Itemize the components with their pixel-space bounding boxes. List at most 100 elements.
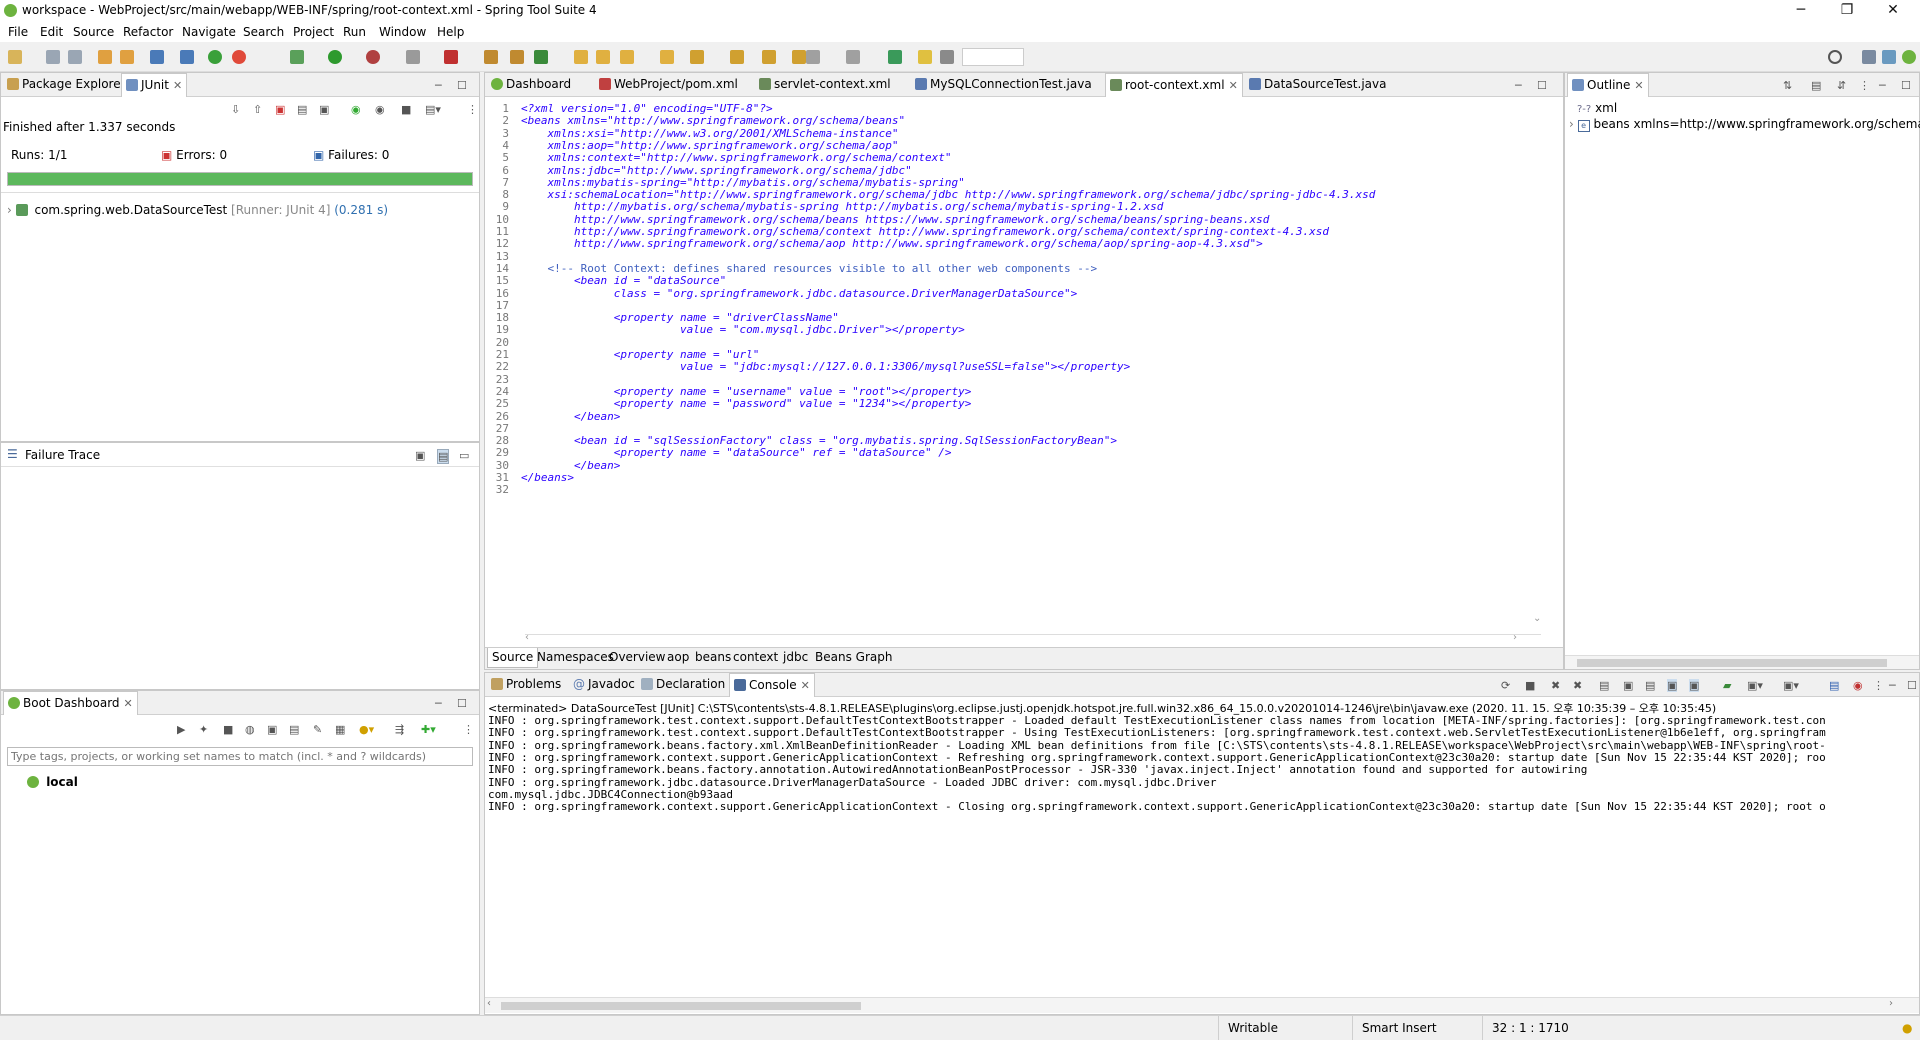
tab-pom[interactable]: WebProject/pom.xml xyxy=(595,73,742,97)
scroll-down-icon[interactable]: ⌄ xyxy=(1533,613,1541,624)
minimize-view-icon[interactable]: ─ xyxy=(1889,679,1896,692)
maximize-editor-icon[interactable]: ☐ xyxy=(1537,79,1547,92)
tab-context[interactable]: context xyxy=(729,648,782,668)
word-wrap-icon[interactable]: ▤ xyxy=(1645,679,1655,692)
prev-annotation-icon[interactable] xyxy=(730,50,744,64)
display-console-icon[interactable]: ▣▾ xyxy=(1747,679,1763,692)
forward-icon[interactable] xyxy=(846,50,860,64)
view-menu-icon[interactable]: ⋮ xyxy=(1859,79,1870,92)
run-coverage-icon[interactable] xyxy=(366,50,380,64)
share-icon[interactable] xyxy=(888,50,902,64)
scroll-right-icon[interactable]: › xyxy=(1889,998,1893,1009)
new-package-icon[interactable] xyxy=(510,50,524,64)
remove-all-terminated-icon[interactable]: ✖ xyxy=(1573,679,1582,692)
tab-aop[interactable]: aop xyxy=(663,648,693,668)
properties-icon[interactable]: ▤ xyxy=(289,723,299,736)
filter-icon[interactable]: ⇶ xyxy=(395,723,404,736)
outline-hscroll[interactable] xyxy=(1565,655,1919,669)
open-task-icon[interactable] xyxy=(596,50,610,64)
forward-edit-icon[interactable] xyxy=(792,50,806,64)
skip-breakpoints-icon[interactable] xyxy=(180,50,194,64)
pin-icon[interactable] xyxy=(918,50,932,64)
spring-boot-icon[interactable] xyxy=(208,50,222,64)
compare-result-icon[interactable]: ▣ xyxy=(415,449,425,462)
open-perspective-icon[interactable] xyxy=(1862,50,1876,64)
menu-window[interactable]: Window xyxy=(379,25,426,39)
debug-boot-icon[interactable]: ✦ xyxy=(199,723,208,736)
remove-all-icon[interactable]: ✖ xyxy=(1551,679,1560,692)
console-boot-icon[interactable]: ▣ xyxy=(267,723,277,736)
open-console-icon[interactable]: ▣▾ xyxy=(1783,679,1799,692)
remove-launch-icon[interactable]: ⟳ xyxy=(1501,679,1510,692)
stop-all-icon[interactable]: ◉ xyxy=(1853,679,1863,692)
menu-help[interactable]: Help xyxy=(437,25,464,39)
code-area[interactable]: 1 <?xml version="1.0" encoding="UTF-8"?> 2… xyxy=(485,97,1563,635)
scroll-left-icon[interactable]: ‹ xyxy=(487,998,491,1009)
last-edit-icon[interactable] xyxy=(762,50,776,64)
minimize-button[interactable]: ─ xyxy=(1778,0,1824,22)
view-menu-icon[interactable]: ⋮ xyxy=(467,103,478,116)
maximize-view-icon[interactable]: ☐ xyxy=(1901,79,1911,92)
expand-icon[interactable]: › xyxy=(1569,117,1574,131)
annotation-icon[interactable] xyxy=(660,50,674,64)
add-icon[interactable]: ✚▾ xyxy=(421,723,436,736)
test-history-icon[interactable]: ■ xyxy=(401,103,411,116)
menu-file[interactable]: File xyxy=(8,25,28,39)
java-perspective-icon[interactable] xyxy=(1882,50,1896,64)
menu-project[interactable]: Project xyxy=(293,25,334,39)
maximize-view-icon[interactable]: ☐ xyxy=(457,697,467,710)
new-class-icon[interactable] xyxy=(534,50,548,64)
run-icon[interactable] xyxy=(328,50,342,64)
tab-root-context[interactable]: root-context.xml ✕ xyxy=(1105,73,1243,97)
open-browser-icon[interactable]: ◍ xyxy=(245,723,255,736)
copy-trace-icon[interactable]: ▭ xyxy=(459,449,469,462)
console-icon[interactable] xyxy=(150,50,164,64)
terminate-icon[interactable]: ■ xyxy=(1525,679,1535,692)
menu-navigate[interactable]: Navigate xyxy=(182,25,236,39)
tab-declaration[interactable]: Declaration xyxy=(637,673,729,697)
tab-package-explorer[interactable]: Package Explorer xyxy=(3,73,130,97)
outline-scroll-thumb[interactable] xyxy=(1577,659,1887,667)
history-dropdown-icon[interactable]: ▤▾ xyxy=(425,103,441,116)
local-item[interactable]: local xyxy=(27,775,78,789)
menu-search[interactable]: Search xyxy=(243,25,284,39)
prev-failure-icon[interactable]: ⇧ xyxy=(253,103,262,116)
search-icon[interactable] xyxy=(1828,50,1842,64)
collapse-all-icon[interactable]: ▤ xyxy=(1811,79,1821,92)
open-resource-icon[interactable] xyxy=(120,50,134,64)
menu-refactor[interactable]: Refactor xyxy=(123,25,173,39)
back-icon[interactable] xyxy=(806,50,820,64)
notification-icon[interactable]: ● xyxy=(1902,1021,1912,1035)
spring-perspective-icon[interactable] xyxy=(1902,50,1916,64)
open-folder-icon[interactable] xyxy=(574,50,588,64)
stop-boot-icon[interactable]: ■ xyxy=(223,723,233,736)
close-icon[interactable]: ✕ xyxy=(1229,79,1238,92)
sort-icon[interactable]: ⇅ xyxy=(1783,79,1792,92)
horizontal-scrollbar[interactable] xyxy=(525,634,1541,635)
tab-source[interactable]: Source xyxy=(487,648,539,668)
layout-icon[interactable]: ▦ xyxy=(335,723,345,736)
show-stdout-icon[interactable]: ▣ xyxy=(1667,679,1678,692)
tab-boot-dashboard[interactable]: Boot Dashboard ✕ xyxy=(3,691,138,715)
test-tree-item[interactable]: › com.spring.web.DataSourceTest [Runner:… xyxy=(7,203,388,217)
filter-stack-icon[interactable]: ▤ xyxy=(437,449,450,464)
next-failure-icon[interactable]: ⇩ xyxy=(231,103,240,116)
maximize-view-icon[interactable]: ☐ xyxy=(457,79,467,92)
new-icon[interactable] xyxy=(8,50,22,64)
tab-outline[interactable]: Outline ✕ xyxy=(1567,73,1649,97)
view-menu-icon[interactable]: ▤ xyxy=(1829,679,1839,692)
minimize-editor-icon[interactable]: ─ xyxy=(1515,79,1522,92)
tab-junit[interactable]: JUnit ✕ xyxy=(121,73,188,97)
tab-dashboard[interactable]: Dashboard xyxy=(487,73,575,97)
console-output[interactable]: INFO : org.springframework.test.context.… xyxy=(485,715,1905,970)
pin-console-icon[interactable]: ▰ xyxy=(1723,679,1731,692)
tab-javadoc[interactable]: @ Javadoc xyxy=(569,673,639,697)
stop-test-icon[interactable]: ◉ xyxy=(375,103,385,116)
open-type-icon[interactable] xyxy=(98,50,112,64)
rerun-failed-icon[interactable]: ◉ xyxy=(351,103,361,116)
show-failures-only-icon[interactable]: ▣ xyxy=(275,103,285,116)
tab-jdbc[interactable]: jdbc xyxy=(779,648,812,668)
expand-icon[interactable]: › xyxy=(7,203,12,217)
scroll-lock-icon[interactable]: ▣ xyxy=(1623,679,1633,692)
debug-icon[interactable] xyxy=(290,50,304,64)
